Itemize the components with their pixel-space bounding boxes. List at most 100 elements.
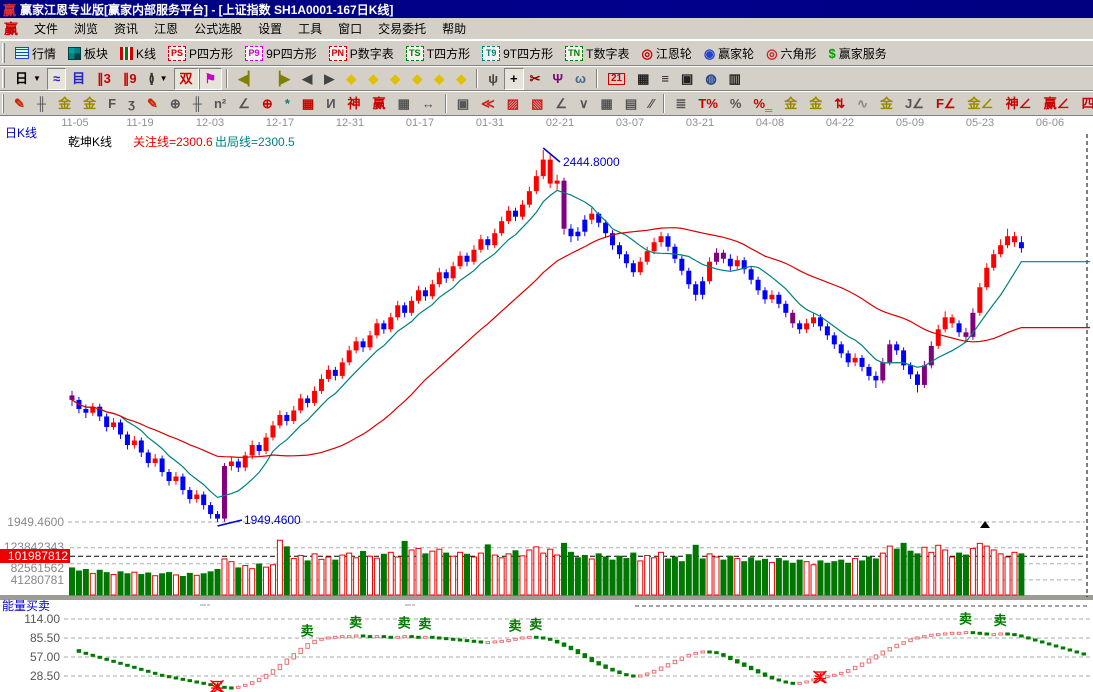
winner-service-button[interactable]: $ 赢家服务 <box>823 42 893 64</box>
wave-tool[interactable]: ∿ <box>851 93 874 115</box>
winner-wheel-button[interactable]: ◉ 赢家轮 <box>698 42 760 64</box>
quotes-button[interactable]: 行情 <box>9 42 62 64</box>
count-tool[interactable]: ≣ <box>669 93 692 115</box>
shift-left-button[interactable]: ◆ <box>340 68 362 90</box>
f-line-tool[interactable]: F <box>102 93 122 115</box>
brush-tool[interactable]: ✎ <box>8 93 31 115</box>
toolbar-grip[interactable] <box>2 94 4 113</box>
menu-item-文件[interactable]: 文件 <box>26 20 66 38</box>
pen-tool[interactable]: ✎ <box>141 93 164 115</box>
shen-angle-tool[interactable]: 神∠ <box>1000 93 1038 115</box>
bars9-button[interactable]: ∥9 <box>117 68 143 90</box>
net-tool[interactable]: ▦ <box>595 93 619 115</box>
pivot-tool[interactable]: ⇅ <box>828 93 851 115</box>
gold-angle-tool[interactable]: 金 <box>874 93 899 115</box>
compress-y-button[interactable]: ◆ <box>450 68 472 90</box>
cut-tool-button[interactable]: ✂ <box>524 68 547 90</box>
gold-angle2-tool[interactable]: 金∠ <box>962 93 1000 115</box>
formula-brain-button[interactable]: ω <box>569 68 592 90</box>
target-tool[interactable]: ⊕ <box>256 93 279 115</box>
cross-lines-tool[interactable]: ▨ <box>501 93 525 115</box>
save-button[interactable]: ▣ <box>675 68 699 90</box>
spiral-tool[interactable]: ʒ <box>122 93 141 115</box>
window-titlebar[interactable]: 赢 赢家江恩专业版[赢家内部服务平台] - [上证指数 SH1A0001-167… <box>0 0 1093 18</box>
menu-item-窗口[interactable]: 窗口 <box>330 20 370 38</box>
p-table-button[interactable]: PN P数字表 <box>323 42 400 64</box>
pct-line-tool[interactable]: %‗ <box>747 93 778 115</box>
width-tool[interactable]: ↔ <box>416 93 441 115</box>
ying-tool[interactable]: 赢 <box>367 93 392 115</box>
fence-tool[interactable]: ▦ <box>392 93 416 115</box>
info-doc-button[interactable]: 目 <box>66 68 91 90</box>
hexagon-button[interactable]: ◎ 六角形 <box>760 42 822 64</box>
fan-lines-tool[interactable]: ≪ <box>475 93 501 115</box>
f-angle-tool[interactable]: F∠ <box>930 93 962 115</box>
kline-button[interactable]: K线 <box>114 42 162 64</box>
last-page-button[interactable]: ▕▶ <box>264 68 296 90</box>
gann-tool-button[interactable]: Ψ <box>546 68 569 90</box>
menu-item-江恩[interactable]: 江恩 <box>146 20 186 38</box>
grid-pattern-tool[interactable]: ▧ <box>525 93 549 115</box>
crosshair-tool-button[interactable]: + <box>503 67 524 90</box>
shen-tool[interactable]: 神 <box>342 93 367 115</box>
chart-area[interactable]: 11-05 11-19 12-03 12-17 12-31 01-17 01-31 02-21… <box>0 116 1093 692</box>
prev-button[interactable]: ◀ <box>296 68 318 90</box>
net2-tool[interactable]: ▤ <box>619 93 643 115</box>
kline-canvas[interactable]: 卖卖卖卖卖卖卖卖买买 <box>0 116 1093 692</box>
expand-x-button[interactable]: ◆ <box>384 68 406 90</box>
notes-button[interactable]: ≡ <box>655 68 675 90</box>
bars3-button[interactable]: ∥3 <box>91 68 117 90</box>
calculator-button[interactable]: ▦ <box>631 68 655 90</box>
angle-fan-tool[interactable]: ∠ <box>549 93 573 115</box>
star-tool[interactable]: * <box>279 93 296 115</box>
p-square-button[interactable]: PS P四方形 <box>162 42 239 64</box>
pct-tool[interactable]: % <box>724 93 748 115</box>
toolbar-grip[interactable] <box>2 43 5 63</box>
web-button[interactable]: ◍ <box>699 68 722 90</box>
toolbar-grip[interactable] <box>2 69 5 88</box>
sectors-button[interactable]: 板块 <box>62 42 114 64</box>
v-tool[interactable]: ∨ <box>573 93 595 115</box>
menu-item-公式选股[interactable]: 公式选股 <box>186 20 250 38</box>
t-square-button[interactable]: TS T四方形 <box>400 42 476 64</box>
menu-item-交易委托[interactable]: 交易委托 <box>370 20 434 38</box>
yi-tool[interactable]: И <box>320 93 341 115</box>
menu-item-资讯[interactable]: 资讯 <box>106 20 146 38</box>
slash-tool[interactable]: ⁄⁄ <box>643 93 659 115</box>
gold-circle-tool[interactable]: 金 <box>778 93 803 115</box>
gold-line-tool-1[interactable]: 金 <box>52 93 77 115</box>
pane-label-daily-kline[interactable]: 日K线 <box>5 124 37 141</box>
menu-item-浏览[interactable]: 浏览 <box>66 20 106 38</box>
flag-button[interactable]: ⚑ <box>198 67 223 90</box>
ying-angle-tool[interactable]: 赢∠ <box>1038 93 1076 115</box>
period-dropdown[interactable]: 日 ▼ <box>9 68 47 90</box>
grid-star-tool[interactable]: ▦ <box>296 93 320 115</box>
gold-line-tool-2[interactable]: 金 <box>77 93 102 115</box>
candle-style-dropdown[interactable]: ≬ ▼ <box>143 68 174 90</box>
calendar-21-button[interactable]: 21 <box>602 68 631 90</box>
multi-line-tool[interactable]: ╫ <box>187 93 208 115</box>
t9-square-button[interactable]: T9 9T四方形 <box>476 42 559 64</box>
n2-tool[interactable]: n² <box>208 93 232 115</box>
gann-grid-tool[interactable]: ╫ <box>31 93 52 115</box>
gold-lines-tool[interactable]: 金 <box>803 93 828 115</box>
j-angle-tool[interactable]: J∠ <box>899 93 930 115</box>
circle-cross-tool[interactable]: ⊕ <box>164 93 187 115</box>
system-button[interactable]: ▥ <box>723 68 747 90</box>
menu-item-工具[interactable]: 工具 <box>290 20 330 38</box>
box-tool[interactable]: ▣ <box>451 93 475 115</box>
t-table-button[interactable]: TN T数字表 <box>559 42 635 64</box>
angle-ruler-tool[interactable]: ∠ <box>232 93 256 115</box>
next-button[interactable]: ▶ <box>318 68 340 90</box>
first-page-button[interactable]: ◀▏ <box>232 68 264 90</box>
indicator-name-label[interactable]: 乾坤K线 <box>68 133 112 150</box>
four-angle-tool[interactable]: 四∠ <box>1076 93 1093 115</box>
gann-wheel-button[interactable]: ◎ 江恩轮 <box>635 42 697 64</box>
zigzag-icon-button[interactable]: ≈ <box>46 67 67 90</box>
menu-item-帮助[interactable]: 帮助 <box>434 20 474 38</box>
compress-x-button[interactable]: ◆ <box>406 68 428 90</box>
expand-y-button[interactable]: ◆ <box>428 68 450 90</box>
t-pct-tool[interactable]: T% <box>692 93 724 115</box>
twin-k-button[interactable]: 双 <box>173 67 199 90</box>
shift-right-button[interactable]: ◆ <box>362 68 384 90</box>
